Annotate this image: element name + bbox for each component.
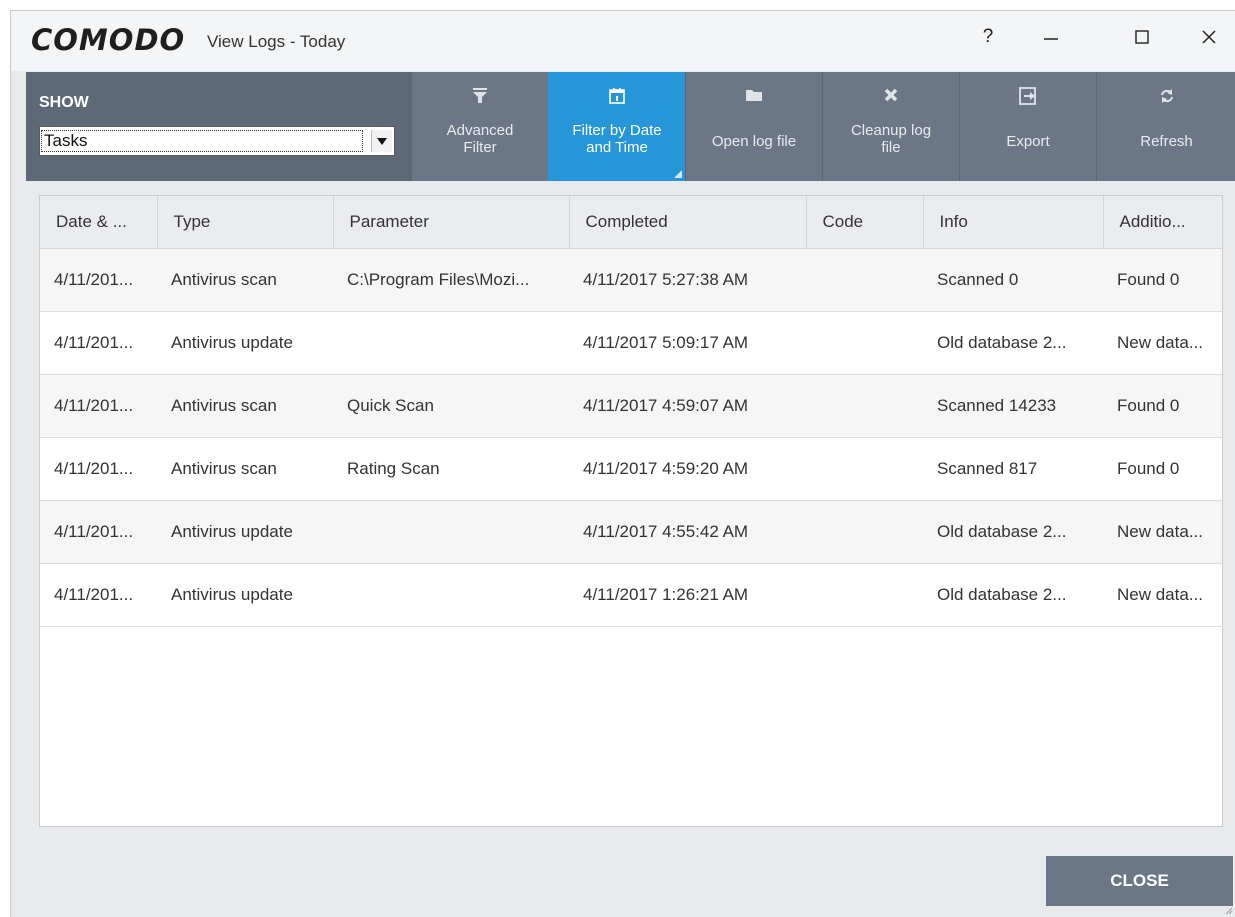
cell-additional: Found 0 (1103, 437, 1222, 501)
show-label: SHOW (39, 94, 89, 111)
cell-code (806, 437, 923, 501)
table-row[interactable]: 4/11/201... Antivirus scan Rating Scan 4… (40, 437, 1222, 501)
help-button[interactable]: ? (965, 19, 1011, 55)
calendar-icon (549, 87, 685, 109)
advanced-filter-button[interactable]: Advanced Filter (411, 72, 548, 181)
cell-additional: New data... (1103, 500, 1222, 564)
folder-icon (686, 87, 822, 109)
cell-info: Scanned 14233 (923, 374, 1103, 438)
cell-completed: 4/11/2017 4:55:42 AM (569, 500, 806, 564)
cell-date: 4/11/201... (40, 374, 157, 438)
logs-table[interactable]: Date & ... Type Parameter Completed Code… (39, 195, 1223, 827)
comodo-logo: COMODO (31, 23, 186, 57)
table-row[interactable]: 4/11/201... Antivirus scan Quick Scan 4/… (40, 374, 1222, 438)
cell-parameter: Rating Scan (333, 437, 569, 501)
cell-completed: 4/11/2017 5:09:17 AM (569, 311, 806, 375)
cell-parameter: Quick Scan (333, 374, 569, 438)
refresh-button[interactable]: Refresh (1096, 72, 1235, 181)
column-header-completed[interactable]: Completed (569, 196, 807, 249)
table-row[interactable]: 4/11/201... Antivirus update 4/11/2017 5… (40, 311, 1222, 375)
cell-additional: Found 0 (1103, 374, 1222, 438)
cell-date: 4/11/201... (40, 500, 157, 564)
export-button[interactable]: Export (959, 72, 1096, 181)
cleanup-log-label-2: file (881, 139, 901, 156)
refresh-icon (1097, 87, 1235, 109)
minimize-button[interactable] (1028, 19, 1074, 55)
cell-completed: 4/11/2017 4:59:07 AM (569, 374, 806, 438)
cell-parameter (333, 311, 569, 375)
column-header-date[interactable]: Date & ... (40, 196, 158, 249)
cell-info: Old database 2... (923, 563, 1103, 627)
cleanup-x-icon (823, 87, 959, 109)
cell-completed: 4/11/2017 1:26:21 AM (569, 563, 806, 627)
cell-completed: 4/11/2017 5:27:38 AM (569, 248, 806, 312)
window-title: View Logs - Today (207, 32, 346, 51)
cell-info: Old database 2... (923, 500, 1103, 564)
cell-code (806, 311, 923, 375)
export-icon (960, 87, 1096, 109)
show-panel: SHOW Tasks (26, 72, 411, 181)
open-log-file-label: Open log file (711, 133, 797, 150)
cell-additional: New data... (1103, 311, 1222, 375)
cell-additional: New data... (1103, 563, 1222, 627)
filter-by-date-label-2: and Time (586, 139, 648, 156)
cell-type: Antivirus update (157, 311, 333, 375)
cell-parameter: C:\Program Files\Mozi... (333, 248, 569, 312)
cleanup-log-file-button[interactable]: Cleanup log file (822, 72, 959, 181)
cell-info: Old database 2... (923, 311, 1103, 375)
open-log-file-button[interactable]: Open log file (685, 72, 822, 181)
advanced-filter-label-2: Filter (463, 139, 497, 156)
minimize-icon (1044, 38, 1058, 40)
cell-code (806, 563, 923, 627)
column-header-additional[interactable]: Additio... (1103, 196, 1222, 249)
cell-type: Antivirus scan (157, 437, 333, 501)
cell-date: 4/11/201... (40, 248, 157, 312)
close-window-button[interactable] (1186, 19, 1232, 55)
maximize-button[interactable] (1119, 19, 1165, 55)
close-button[interactable]: CLOSE (1046, 856, 1233, 906)
dropdown-arrow-icon[interactable] (371, 130, 392, 152)
table-row[interactable]: 4/11/201... Antivirus scan C:\Program Fi… (40, 248, 1222, 312)
cell-type: Antivirus scan (157, 248, 333, 312)
cleanup-log-label-1: Cleanup log (850, 122, 932, 139)
resize-grip-icon[interactable] (1223, 905, 1233, 915)
column-header-info[interactable]: Info (923, 196, 1104, 249)
toolbar: SHOW Tasks Advanced Filter Filter by Dat… (26, 72, 1235, 181)
cell-date: 4/11/201... (40, 563, 157, 627)
cell-info: Scanned 0 (923, 248, 1103, 312)
column-header-code[interactable]: Code (806, 196, 924, 249)
show-dropdown-value: Tasks (41, 130, 363, 152)
cell-completed: 4/11/2017 4:59:20 AM (569, 437, 806, 501)
filter-by-date-label-1: Filter by Date (572, 122, 662, 139)
cell-parameter (333, 563, 569, 627)
close-icon (1202, 30, 1216, 44)
cell-type: Antivirus scan (157, 374, 333, 438)
refresh-label: Refresh (1140, 133, 1193, 150)
filter-icon (412, 87, 548, 109)
cell-code (806, 374, 923, 438)
filter-by-date-button[interactable]: Filter by Date and Time (548, 72, 685, 181)
column-header-type[interactable]: Type (157, 196, 334, 249)
cell-date: 4/11/201... (40, 311, 157, 375)
column-header-parameter[interactable]: Parameter (333, 196, 570, 249)
cell-type: Antivirus update (157, 563, 333, 627)
export-label: Export (1006, 133, 1050, 150)
cell-info: Scanned 817 (923, 437, 1103, 501)
table-row[interactable]: 4/11/201... Antivirus update 4/11/2017 4… (40, 500, 1222, 564)
table-row[interactable]: 4/11/201... Antivirus update 4/11/2017 1… (40, 563, 1222, 627)
cell-parameter (333, 500, 569, 564)
title-bar[interactable]: COMODO View Logs - Today ? (11, 11, 1235, 71)
cell-date: 4/11/201... (40, 437, 157, 501)
cell-code (806, 500, 923, 564)
table-header-row: Date & ... Type Parameter Completed Code… (40, 196, 1222, 249)
advanced-filter-label-1: Advanced (446, 122, 514, 139)
dropdown-corner-indicator (674, 170, 682, 178)
view-logs-window: COMODO View Logs - Today ? SHOW Tasks Ad… (10, 10, 1235, 917)
cell-type: Antivirus update (157, 500, 333, 564)
maximize-icon (1135, 30, 1149, 44)
cell-additional: Found 0 (1103, 248, 1222, 312)
cell-code (806, 248, 923, 312)
show-dropdown[interactable]: Tasks (39, 126, 395, 156)
